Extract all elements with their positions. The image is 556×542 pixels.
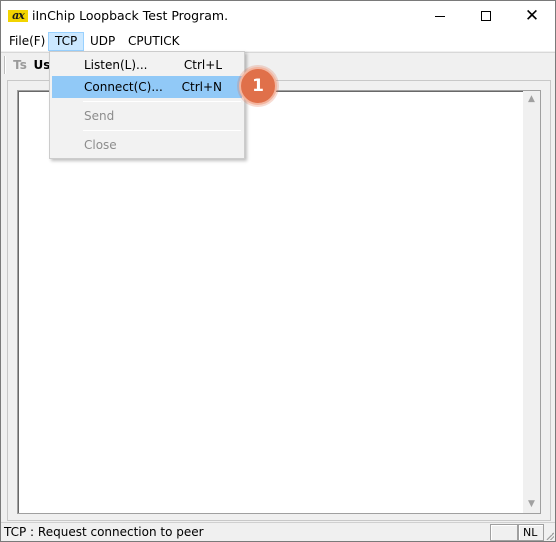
app-window: ax iInChip Loopback Test Program. ✕ File… (0, 0, 556, 542)
menu-separator (83, 101, 241, 102)
menu-separator (83, 130, 241, 131)
maximize-button[interactable] (463, 1, 509, 31)
vertical-scrollbar[interactable]: ▲ ▼ (523, 91, 540, 513)
minimize-icon (435, 15, 445, 17)
title-bar[interactable]: ax iInChip Loopback Test Program. ✕ (1, 1, 555, 31)
toolbar-grip[interactable] (4, 56, 6, 74)
maximize-icon (481, 11, 491, 21)
menu-item-listen[interactable]: Listen(L)... Ctrl+L (52, 54, 242, 76)
close-icon: ✕ (524, 6, 540, 26)
menu-tcp[interactable]: TCP (48, 32, 85, 51)
scroll-down-icon[interactable]: ▼ (523, 496, 540, 513)
menu-item-label: Connect(C)... (84, 80, 163, 94)
menu-item-shortcut: Ctrl+N (181, 80, 222, 94)
status-message: TCP : Request connection to peer (4, 525, 204, 539)
window-title: iInChip Loopback Test Program. (32, 8, 229, 23)
menu-udp[interactable]: UDP (84, 32, 121, 51)
menu-item-send[interactable]: Send (52, 105, 242, 127)
menu-bar: File(F) TCP UDP CPUTICK (1, 31, 555, 51)
status-bar: TCP : Request connection to peer NL (1, 522, 555, 541)
menu-item-label: Close (84, 138, 117, 152)
menu-item-close[interactable]: Close (52, 134, 242, 156)
minimize-button[interactable] (417, 1, 463, 31)
scroll-up-icon[interactable]: ▲ (523, 91, 540, 108)
menu-item-label: Listen(L)... (84, 58, 148, 72)
close-button[interactable]: ✕ (509, 1, 555, 31)
status-pane-empty (490, 524, 518, 541)
menu-item-connect[interactable]: Connect(C)... Ctrl+N (52, 76, 242, 98)
tcp-server-tool-button[interactable]: Ts (11, 56, 29, 74)
menu-cputick[interactable]: CPUTICK (122, 32, 186, 51)
status-pane-nl: NL (518, 524, 544, 541)
menu-file[interactable]: File(F) (3, 32, 51, 51)
app-icon: ax (8, 10, 28, 22)
step-callout-badge: 1 (239, 67, 277, 105)
menu-item-label: Send (84, 109, 115, 123)
tcp-dropdown-menu: Listen(L)... Ctrl+L Connect(C)... Ctrl+N… (49, 51, 245, 159)
resize-grip-icon[interactable] (544, 530, 554, 540)
menu-item-shortcut: Ctrl+L (183, 58, 222, 72)
